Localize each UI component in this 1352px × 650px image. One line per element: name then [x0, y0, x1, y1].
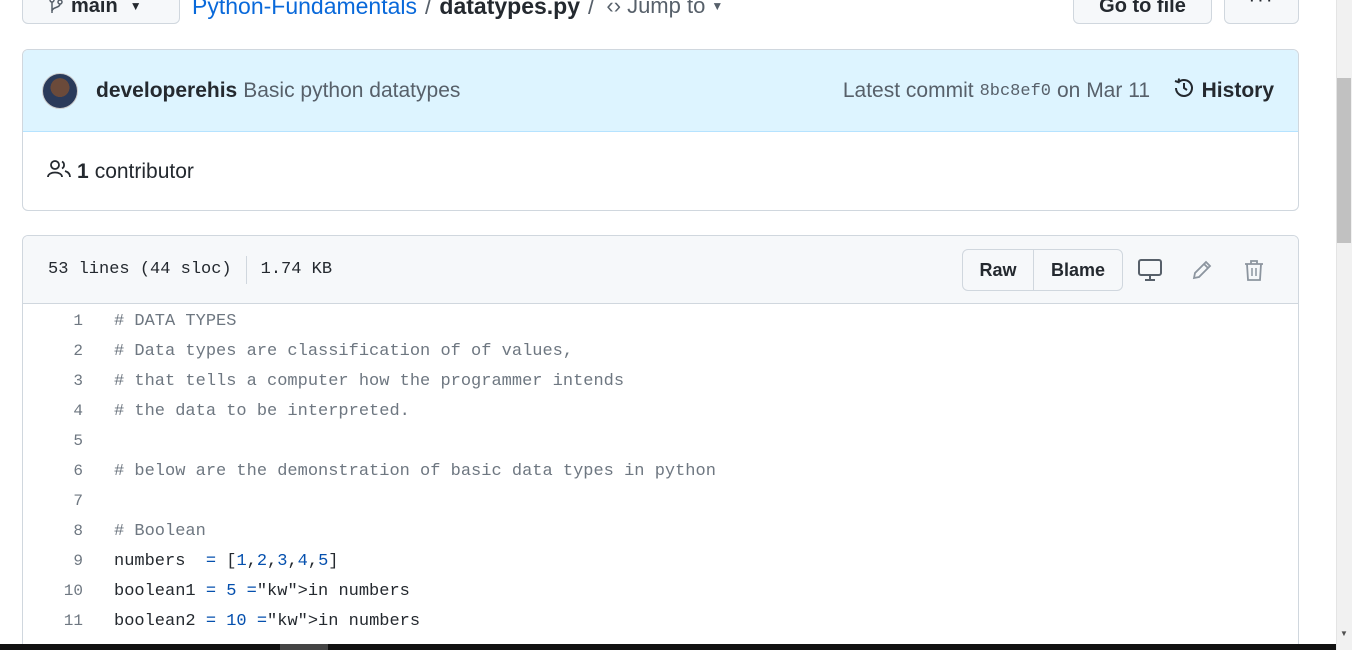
branch-select-button[interactable]: main ▼ — [22, 0, 180, 24]
line-content: # Boolean — [114, 521, 206, 541]
line-content: # that tells a computer how the programm… — [114, 371, 625, 391]
line-content: # DATA TYPES — [114, 311, 237, 331]
commit-header: developerehis Basic python datatypes Lat… — [23, 50, 1298, 132]
history-icon — [1172, 76, 1196, 106]
latest-commit-info: Latest commit 8bc8ef0 on Mar 11 — [843, 50, 1150, 132]
line-content: boolean1 = 5 ="kw">in numbers — [114, 581, 410, 601]
pencil-icon[interactable] — [1187, 256, 1217, 284]
history-label: History — [1201, 79, 1274, 102]
code-line: 5 — [23, 426, 1298, 456]
line-number[interactable]: 4 — [23, 402, 83, 420]
file-viewer: 53 lines (44 sloc) 1.74 KB Raw Blame 1 # … — [22, 235, 1299, 650]
jump-to-menu[interactable]: ‹› Jump to ▼ — [606, 0, 723, 19]
line-number[interactable]: 10 — [23, 582, 83, 600]
file-name: datatypes.py — [439, 0, 581, 19]
code-line: 2 # Data types are classification of of v… — [23, 336, 1298, 366]
git-branch-icon — [49, 0, 63, 15]
file-line-count: 53 lines (44 sloc) — [48, 260, 232, 279]
chevron-down-icon: ▼ — [129, 0, 142, 13]
code-line: 1 # DATA TYPES — [23, 306, 1298, 336]
code-line: 11 boolean2 = 10 ="kw">in numbers — [23, 606, 1298, 636]
file-nav-bar: main ▼ Python-Fundamentals / datatypes.p… — [0, 0, 1336, 26]
code-line: 3 # that tells a computer how the program… — [23, 366, 1298, 396]
line-content: # Data types are classification of of va… — [114, 341, 574, 361]
commit-message-link[interactable]: Basic python datatypes — [243, 79, 460, 103]
trash-icon[interactable] — [1239, 256, 1269, 284]
line-number[interactable]: 6 — [23, 462, 83, 480]
code-line: 4 # the data to be interpreted. — [23, 396, 1298, 426]
taskbar-strip — [0, 644, 1336, 650]
line-number[interactable]: 3 — [23, 372, 83, 390]
file-size: 1.74 KB — [260, 260, 333, 279]
code-line: 7 — [23, 486, 1298, 516]
code-line: 8 # Boolean — [23, 516, 1298, 546]
line-content: # below are the demonstration of basic d… — [114, 461, 716, 481]
contributor-label: contributor — [94, 159, 194, 183]
code-brackets-icon: ‹› — [606, 0, 622, 18]
code-listing: 1 # DATA TYPES 2 # Data types are classific… — [23, 304, 1298, 636]
more-options-button[interactable]: ··· — [1224, 0, 1299, 24]
line-number[interactable]: 8 — [23, 522, 83, 540]
line-content: boolean2 = 10 ="kw">in numbers — [114, 611, 421, 631]
branch-name: main — [71, 0, 118, 17]
taskbar-segment — [280, 644, 328, 650]
breadcrumb-separator: / — [425, 0, 432, 19]
commit-author-link[interactable]: developerehis — [96, 79, 237, 103]
code-line: 9 numbers = [1,2,3,4,5] — [23, 546, 1298, 576]
breadcrumb: Python-Fundamentals / datatypes.py / ‹› … — [192, 0, 723, 24]
commit-sha-link[interactable]: 8bc8ef0 — [980, 82, 1051, 101]
latest-commit-label: Latest commit — [842, 79, 974, 102]
code-line: 6 # below are the demonstration of basic … — [23, 456, 1298, 486]
file-header: 53 lines (44 sloc) 1.74 KB Raw Blame — [23, 236, 1298, 304]
divider — [245, 255, 247, 284]
contributor-count: 1 — [77, 159, 89, 183]
scroll-down-arrow-icon[interactable]: ▼ — [1337, 629, 1351, 641]
commit-date: on Mar 11 — [1057, 79, 1150, 102]
code-line: 10 boolean1 = 5 ="kw">in numbers — [23, 576, 1298, 606]
contributors-row[interactable]: 1 contributor — [23, 132, 1298, 210]
go-to-file-button[interactable]: Go to file — [1073, 0, 1212, 24]
line-number[interactable]: 11 — [23, 612, 83, 630]
history-link[interactable]: History — [1172, 50, 1274, 132]
blame-button[interactable]: Blame — [1034, 250, 1122, 290]
desktop-icon[interactable] — [1135, 256, 1165, 284]
avatar[interactable] — [42, 72, 78, 109]
chevron-down-icon: ▼ — [711, 0, 724, 13]
latest-commit-box: developerehis Basic python datatypes Lat… — [22, 49, 1299, 211]
line-number[interactable]: 5 — [23, 432, 83, 450]
raw-button[interactable]: Raw — [963, 250, 1034, 290]
line-number[interactable]: 2 — [23, 342, 83, 360]
breadcrumb-separator: / — [588, 0, 595, 19]
scrollbar-thumb[interactable] — [1337, 78, 1351, 243]
repo-link[interactable]: Python-Fundamentals — [192, 0, 417, 20]
file-actions-group: Raw Blame — [962, 249, 1123, 291]
people-icon — [47, 159, 71, 185]
line-number[interactable]: 9 — [23, 552, 83, 570]
jump-to-label: Jump to — [627, 0, 706, 18]
line-number[interactable]: 1 — [23, 312, 83, 330]
line-content: # the data to be interpreted. — [114, 401, 410, 421]
line-content: numbers = [1,2,3,4,5] — [114, 551, 339, 571]
line-number[interactable]: 7 — [23, 492, 83, 510]
